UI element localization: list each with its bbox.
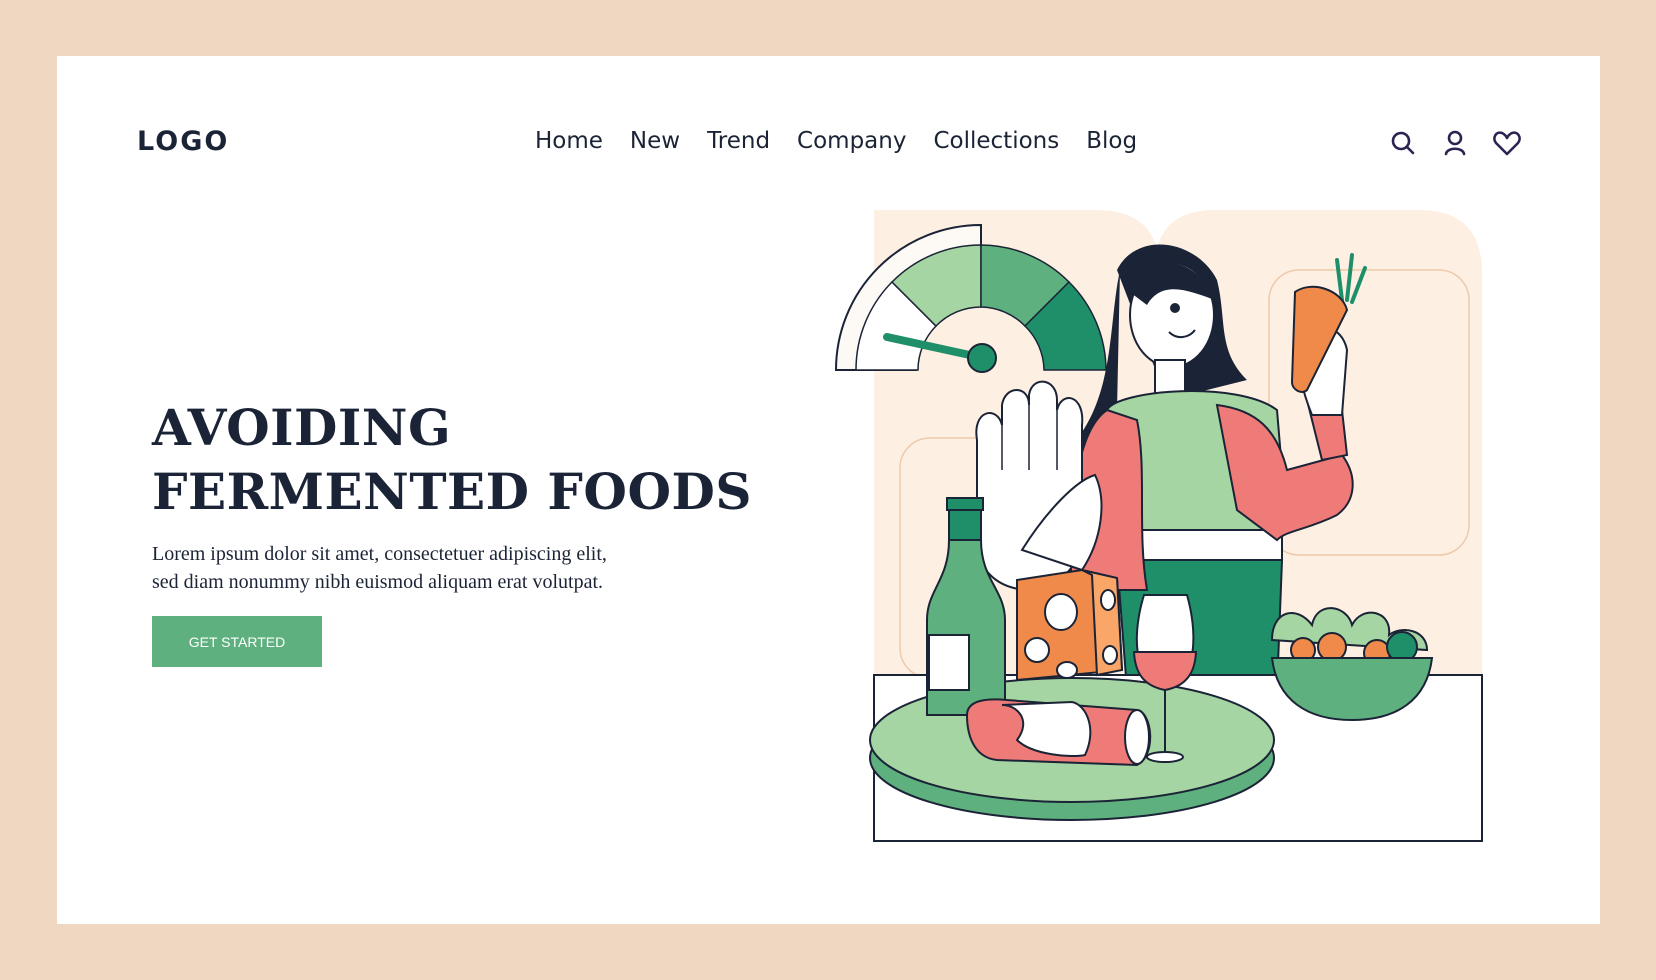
hero-title-line-1: AVOIDING [152,398,452,457]
logo[interactable]: LOGO [137,126,229,157]
search-icon[interactable] [1387,127,1419,159]
hero-title: AVOIDING FERMENTED FOODS [152,396,752,524]
nav-collections[interactable]: Collections [933,128,1059,154]
hero-description-line-2: sed diam nonummy nibh euismod aliquam er… [152,571,604,593]
cheese-icon [1016,568,1124,682]
user-icon[interactable] [1439,127,1471,159]
page: LOGO Home New Trend Company Collections … [57,56,1600,924]
sausage-icon [965,698,1152,767]
hero-illustration [834,210,1483,842]
get-started-button[interactable]: GET STARTED [152,616,322,667]
nav-new[interactable]: New [630,128,680,154]
heart-icon[interactable] [1491,127,1523,159]
nav-home[interactable]: Home [535,128,603,154]
nav-blog[interactable]: Blog [1086,128,1137,154]
hero-description-line-1: Lorem ipsum dolor sit amet, consectetuer… [152,543,607,565]
nav-company[interactable]: Company [797,128,906,154]
header-icons [1387,127,1523,159]
nav-trend[interactable]: Trend [707,128,770,154]
hero-description: Lorem ipsum dolor sit amet, consectetuer… [152,540,712,596]
main-nav: Home New Trend Company Collections Blog [535,128,1137,154]
hero-title-line-2: FERMENTED FOODS [152,462,752,521]
